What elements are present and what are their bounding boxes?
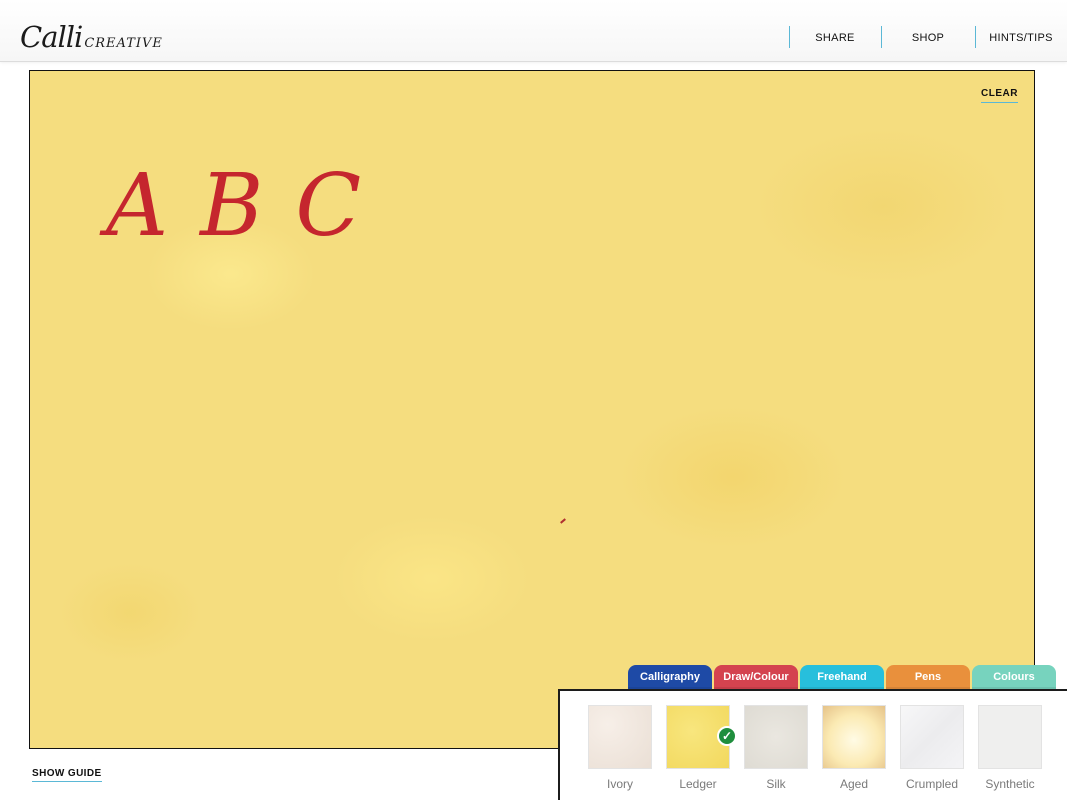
nav-shop[interactable]: SHOP [881, 26, 975, 50]
drawing-canvas[interactable]: CLEAR A B C [29, 70, 1035, 749]
paper-option-crumpled[interactable]: Crumpled [900, 705, 964, 791]
calli-creative-logo[interactable]: Calli CREATIVE [20, 20, 163, 56]
synthetic-paper-swatch[interactable] [978, 705, 1042, 769]
paper-option-synthetic[interactable]: Synthetic [978, 705, 1042, 791]
calligraphy-letters: A B C [106, 163, 361, 249]
top-nav: SHARE SHOP HINTS/TIPS [789, 26, 1067, 50]
crumpled-paper-swatch[interactable] [900, 705, 964, 769]
paper-label: Synthetic [985, 777, 1035, 791]
letter-a: A [106, 156, 169, 256]
paper-label: Aged [839, 777, 869, 791]
clear-button[interactable]: CLEAR [981, 88, 1018, 103]
logo-text-secondary: CREATIVE [84, 36, 163, 51]
aged-paper-swatch[interactable] [822, 705, 886, 769]
paper-label: Crumpled [905, 777, 959, 791]
logo-text-primary: Calli [20, 20, 83, 54]
paper-label: Ivory [606, 777, 633, 791]
paper-option-ivory[interactable]: Ivory [588, 705, 652, 791]
tab-calligraphy[interactable]: Calligraphy [628, 665, 712, 689]
show-guide-button[interactable]: SHOW GUIDE [32, 768, 102, 782]
app-root: Calli CREATIVE SHARE SHOP HINTS/TIPS CLE… [0, 0, 1067, 800]
paper-picker-panel: Ivory ✓ Ledger Silk Aged Crumpled Synthe… [558, 689, 1067, 800]
ink-mark [560, 518, 566, 524]
letter-c: C [295, 156, 362, 256]
paper-option-aged[interactable]: Aged [822, 705, 886, 791]
ledger-paper-swatch[interactable]: ✓ [666, 705, 737, 769]
ivory-paper-swatch[interactable] [588, 705, 652, 769]
paper-option-ledger[interactable]: ✓ Ledger [666, 705, 737, 791]
letter-b: B [200, 156, 264, 256]
tab-draw-colour[interactable]: Draw/Colour [714, 665, 798, 689]
paper-option-silk[interactable]: Silk [744, 705, 808, 791]
tab-pens[interactable]: Pens [886, 665, 970, 689]
silk-paper-swatch[interactable] [744, 705, 808, 769]
header-bar: Calli CREATIVE SHARE SHOP HINTS/TIPS [0, 0, 1067, 62]
tab-colours[interactable]: Colours [972, 665, 1056, 689]
nav-hints-tips[interactable]: HINTS/TIPS [975, 26, 1067, 50]
nav-share[interactable]: SHARE [789, 26, 881, 50]
tool-tabs: Calligraphy Draw/Colour Freehand Pens Co… [628, 665, 1056, 689]
paper-label: Silk [766, 777, 786, 791]
paper-label: Ledger [679, 777, 717, 791]
tab-freehand[interactable]: Freehand [800, 665, 884, 689]
selected-check-icon: ✓ [717, 726, 737, 746]
